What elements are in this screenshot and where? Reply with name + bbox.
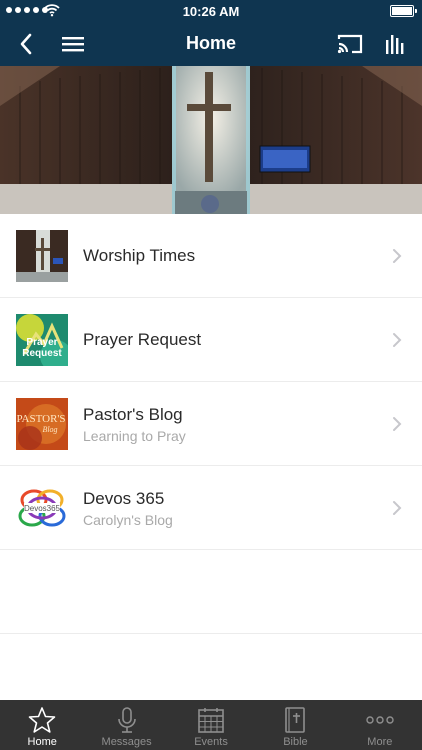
star-icon bbox=[28, 707, 56, 733]
tab-bible[interactable]: Bible bbox=[253, 700, 337, 750]
svg-text:Prayer: Prayer bbox=[26, 337, 57, 348]
microphone-icon bbox=[117, 707, 136, 733]
list-item-subtitle: Learning to Pray bbox=[83, 428, 186, 444]
tab-more[interactable]: More bbox=[338, 700, 422, 750]
battery-icon bbox=[390, 5, 417, 17]
list-item-pastors-blog[interactable]: PASTOR'S Blog Pastor's Blog Learning to … bbox=[0, 382, 422, 466]
list-item-title: Devos 365 bbox=[83, 489, 165, 508]
tab-label: Messages bbox=[101, 736, 152, 748]
svg-text:Devos365: Devos365 bbox=[24, 504, 61, 513]
tab-label: Events bbox=[194, 736, 228, 748]
svg-text:PASTOR'S: PASTOR'S bbox=[16, 413, 65, 425]
list-item-title: Pastor's Blog bbox=[83, 405, 183, 424]
svg-text:Blog: Blog bbox=[42, 425, 57, 434]
audio-levels-button[interactable] bbox=[378, 22, 412, 66]
prayer-request-thumbnail: Prayer Request bbox=[16, 314, 68, 366]
empty-list-row bbox=[0, 550, 422, 634]
pastors-blog-thumbnail: PASTOR'S Blog bbox=[16, 398, 68, 450]
list-item-title: Worship Times bbox=[83, 246, 196, 265]
home-menu-list: Worship Times Prayer Request Prayer Requ… bbox=[0, 214, 422, 634]
tab-label: Bible bbox=[283, 736, 308, 748]
sanctuary-photo bbox=[0, 66, 422, 214]
svg-text:Request: Request bbox=[22, 348, 62, 359]
cast-button[interactable] bbox=[332, 22, 368, 66]
bar-levels-icon bbox=[386, 35, 404, 54]
chevron-right-icon bbox=[393, 417, 402, 431]
list-item-devos-365[interactable]: Devos365 Devos 365 Carolyn's Blog bbox=[0, 466, 422, 550]
tab-events[interactable]: Events bbox=[169, 700, 253, 750]
status-bar: 10:26 AM bbox=[0, 0, 422, 22]
more-icon bbox=[366, 716, 394, 724]
chevron-right-icon bbox=[393, 333, 402, 347]
tab-label: Home bbox=[27, 736, 57, 748]
tab-home[interactable]: Home bbox=[0, 700, 84, 750]
chevron-right-icon bbox=[393, 249, 402, 263]
devos365-thumbnail: Devos365 bbox=[16, 482, 68, 534]
list-item-subtitle: Carolyn's Blog bbox=[83, 512, 173, 528]
calendar-icon bbox=[198, 708, 224, 733]
tab-messages[interactable]: Messages bbox=[84, 700, 168, 750]
status-time: 10:26 AM bbox=[182, 4, 240, 19]
list-item-title: Prayer Request bbox=[83, 330, 202, 349]
worship-thumbnail bbox=[16, 230, 68, 282]
tab-bar: Home Messages Events Bible More bbox=[0, 700, 422, 750]
navigation-bar: Home bbox=[0, 22, 422, 66]
chevron-right-icon bbox=[393, 501, 402, 515]
bible-icon bbox=[285, 707, 306, 733]
tab-label: More bbox=[367, 736, 393, 748]
list-item-worship-times[interactable]: Worship Times bbox=[0, 214, 422, 298]
hero-sanctuary-image bbox=[0, 66, 422, 214]
list-item-prayer-request[interactable]: Prayer Request Prayer Request bbox=[0, 298, 422, 382]
cast-icon bbox=[337, 34, 363, 54]
